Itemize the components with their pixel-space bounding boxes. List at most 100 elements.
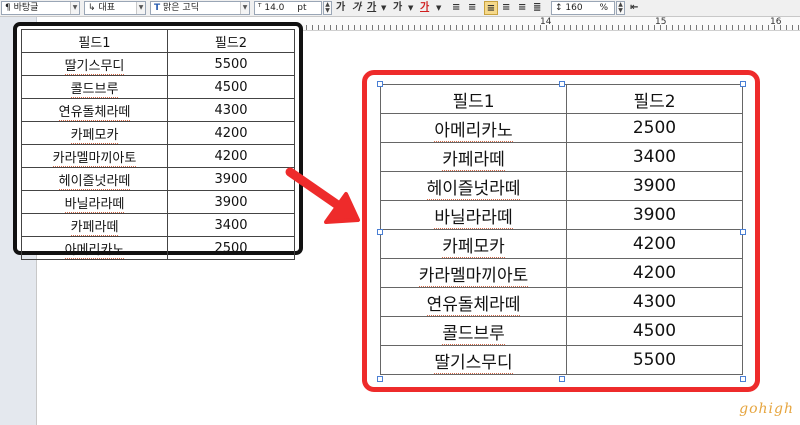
price-cell[interactable]: 4500 [566, 316, 743, 346]
name-cell[interactable]: 카페라떼 [21, 213, 168, 237]
cell-text: 콜드브루 [442, 323, 505, 345]
header-cell[interactable]: 필드1 [380, 84, 567, 114]
price-cell[interactable]: 3900 [167, 167, 295, 191]
ruler-mark: 15 [655, 17, 667, 27]
name-cell[interactable]: 카페모카 [380, 229, 567, 259]
resize-handle[interactable] [740, 229, 746, 235]
font-icon: T [154, 3, 161, 13]
cell-text: 카페모카 [70, 127, 119, 144]
underline-button[interactable]: 가 [367, 1, 376, 15]
header-cell[interactable]: 필드2 [566, 84, 743, 114]
source-table[interactable]: 필드1 필드2 딸기스무디 5500 콜드브루 4500 연유돌체라떼 4300 카페… [21, 29, 295, 260]
table-row: 아메리카노 2500 [380, 113, 743, 143]
price-cell[interactable]: 5500 [167, 52, 295, 76]
price-cell[interactable]: 3900 [167, 190, 295, 214]
name-cell[interactable]: 콜드브루 [21, 75, 168, 99]
name-cell[interactable]: 딸기스무디 [380, 345, 567, 375]
chevron-down-icon[interactable]: ▼ [240, 2, 249, 14]
resize-handle[interactable] [377, 376, 383, 382]
price-cell[interactable]: 4200 [167, 121, 295, 145]
price-cell[interactable]: 4200 [566, 258, 743, 288]
header-cell[interactable]: 필드2 [167, 29, 295, 53]
name-cell[interactable]: 헤이즐넛라떼 [21, 167, 168, 191]
font-color-button[interactable]: 가 [420, 1, 429, 15]
table-row: 카라멜마끼아토 4200 [380, 258, 743, 288]
price-cell[interactable]: 3900 [566, 200, 743, 230]
style-icon: ¶ [5, 3, 11, 13]
chevron-down-icon[interactable]: ▼ [136, 2, 145, 14]
name-cell[interactable]: 헤이즐넛라떼 [380, 171, 567, 201]
price-cell[interactable]: 3900 [566, 171, 743, 201]
cell-text: 헤이즐넛라떼 [426, 178, 521, 200]
price-cell[interactable]: 4500 [167, 75, 295, 99]
align-right-icon[interactable]: ≡ [502, 1, 510, 15]
price-cell[interactable]: 2500 [167, 236, 295, 260]
price-cell[interactable]: 3400 [566, 142, 743, 172]
name-cell[interactable]: 바닐라라떼 [21, 190, 168, 214]
cell-text: 바닐라라떼 [434, 207, 513, 229]
resize-handle[interactable] [559, 376, 565, 382]
name-cell[interactable]: 아메리카노 [21, 236, 168, 260]
resize-handle[interactable] [740, 81, 746, 87]
font-size-stepper[interactable]: ▲ ▼ [323, 1, 332, 15]
divide-icon[interactable]: ≣ [533, 1, 541, 15]
source-table-panel: 필드1 필드2 딸기스무디 5500 콜드브루 4500 연유돌체라떼 4300 카페… [13, 22, 303, 260]
cell-text: 딸기스무디 [434, 352, 513, 374]
language-icon: ↳ [88, 3, 96, 13]
name-cell[interactable]: 카라멜마끼아토 [380, 258, 567, 288]
table-row: 딸기스무디 5500 [21, 52, 295, 76]
style-select[interactable]: ¶ 바탕글 ▼ [1, 1, 80, 15]
bold-button[interactable]: 가 [336, 1, 345, 15]
name-cell[interactable]: 카페라떼 [380, 142, 567, 172]
strike-button[interactable]: 가 [393, 1, 402, 15]
zoom-stepper[interactable]: ▲ ▼ [616, 1, 625, 15]
resize-handle[interactable] [740, 376, 746, 382]
sorted-table[interactable]: 필드1 필드2 아메리카노 2500 카페라떼 3400 헤이즐넛라떼 3900 바닐… [380, 84, 743, 375]
name-cell[interactable]: 바닐라라떼 [380, 200, 567, 230]
zoom-input[interactable]: ↕ 160 % [551, 1, 615, 15]
name-cell[interactable]: 딸기스무디 [21, 52, 168, 76]
chevron-down-icon[interactable]: ▼ [408, 1, 413, 15]
italic-button[interactable]: 가 [352, 1, 361, 15]
name-cell[interactable]: 아메리카노 [380, 113, 567, 143]
cell-text: 카페라떼 [70, 219, 119, 236]
font-size-input[interactable]: ᵀ 14.0 pt [254, 1, 322, 15]
chevron-down-icon[interactable]: ▼ [436, 1, 441, 15]
header-cell[interactable]: 필드1 [21, 29, 168, 53]
table-row: 카페라떼 3400 [21, 213, 295, 237]
cell-text: 아메리카노 [64, 242, 125, 259]
name-cell[interactable]: 카페모카 [21, 121, 168, 145]
name-cell[interactable]: 콜드브루 [380, 316, 567, 346]
price-cell[interactable]: 4300 [167, 98, 295, 122]
resize-handle[interactable] [377, 229, 383, 235]
line-spacing-icon: ↕ [555, 3, 563, 13]
resize-handle[interactable] [377, 81, 383, 87]
table-row: 콜드브루 4500 [21, 75, 295, 99]
font-select[interactable]: T 맑은 고딕 ▼ [150, 1, 250, 15]
align-center-icon[interactable]: ≡ [484, 1, 498, 15]
table-row: 콜드브루 4500 [380, 316, 743, 346]
align-justify-icon[interactable]: ≡ [452, 1, 460, 15]
price-cell[interactable]: 4300 [566, 287, 743, 317]
price-cell[interactable]: 4200 [167, 144, 295, 168]
language-select[interactable]: ↳ 대표 ▼ [84, 1, 146, 15]
price-cell[interactable]: 4200 [566, 229, 743, 259]
name-cell[interactable]: 카라멜마끼아토 [21, 144, 168, 168]
style-value: 바탕글 [13, 3, 39, 13]
chevron-down-icon[interactable]: ▼ [70, 2, 79, 14]
indent-icon[interactable]: ⇤ [630, 1, 638, 15]
chevron-down-icon[interactable]: ▼ [381, 1, 386, 15]
price-cell[interactable]: 5500 [566, 345, 743, 375]
table-row: 딸기스무디 5500 [380, 345, 743, 375]
cell-text: 연유돌체라떼 [58, 104, 131, 121]
name-cell[interactable]: 연유돌체라떼 [21, 98, 168, 122]
horizontal-ruler[interactable]: 14 15 16 [300, 17, 800, 31]
table-row: 아메리카노 2500 [21, 236, 295, 260]
resize-handle[interactable] [559, 81, 565, 87]
price-cell[interactable]: 3400 [167, 213, 295, 237]
ruler-mark: 16 [770, 17, 782, 27]
name-cell[interactable]: 연유돌체라떼 [380, 287, 567, 317]
distribute-icon[interactable]: ≡ [518, 1, 526, 15]
align-left-icon[interactable]: ≡ [468, 1, 476, 15]
price-cell[interactable]: 2500 [566, 113, 743, 143]
